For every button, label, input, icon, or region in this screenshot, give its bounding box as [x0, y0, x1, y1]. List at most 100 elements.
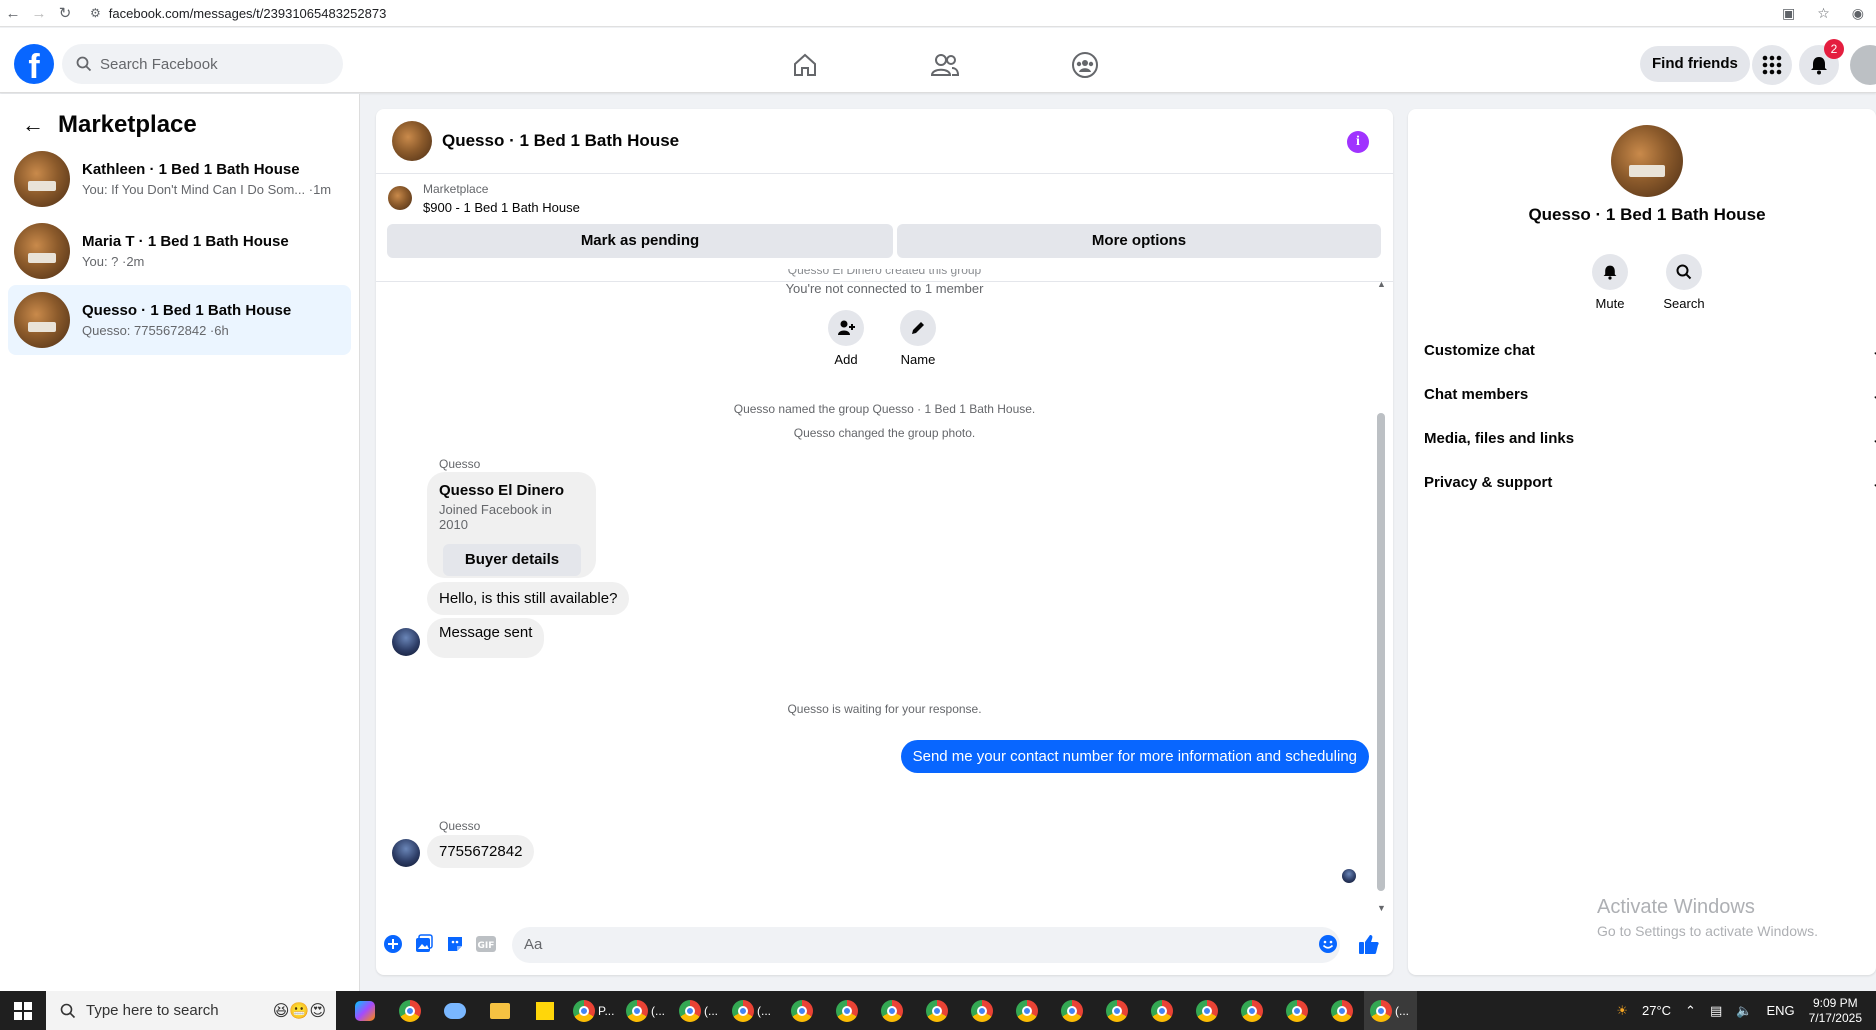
chrome-profile-icon[interactable]: [1184, 991, 1229, 1030]
search-placeholder: Search Facebook: [100, 55, 218, 73]
message-input[interactable]: Aa: [512, 927, 1340, 963]
browser-reload-icon[interactable]: ↻: [52, 4, 78, 22]
chrome-profile-icon[interactable]: [1049, 991, 1094, 1030]
name-group-button[interactable]: Name: [893, 310, 943, 367]
chrome-icon[interactable]: [387, 991, 432, 1030]
system-message-named: Quesso named the group Quesso · 1 Bed 1 …: [733, 402, 1036, 416]
back-arrow-icon[interactable]: ←: [22, 112, 44, 138]
section-privacy-support[interactable]: Privacy & support ⌄: [1424, 474, 1876, 492]
groups-icon[interactable]: [1070, 50, 1100, 80]
search-input[interactable]: Search Facebook: [62, 44, 343, 84]
app-icon[interactable]: [432, 991, 477, 1030]
participant-avatar[interactable]: [392, 839, 420, 867]
buyer-joined: Joined Facebook in 2010: [439, 502, 552, 532]
chrome-window-active-icon[interactable]: (...: [1364, 991, 1417, 1030]
facebook-logo-icon[interactable]: f: [14, 44, 54, 84]
menu-grid-icon[interactable]: [1752, 45, 1792, 85]
sticker-icon[interactable]: [445, 934, 465, 954]
mute-label: Mute: [1595, 296, 1625, 311]
conversation-item-quesso[interactable]: Quesso · 1 Bed 1 Bath House Quesso: 7755…: [8, 285, 351, 355]
windows-start-icon[interactable]: [0, 991, 46, 1030]
chrome-profile-icon[interactable]: [824, 991, 869, 1030]
language-indicator[interactable]: ENG: [1766, 1003, 1794, 1018]
volume-icon[interactable]: 🔈: [1736, 1003, 1752, 1019]
message-bubble-status[interactable]: Message sent: [427, 618, 545, 658]
message-list[interactable]: Quesso El Dinero created this group You'…: [376, 269, 1393, 913]
chat-avatar[interactable]: [392, 121, 432, 161]
watermark-subtitle: Go to Settings to activate Windows.: [1597, 923, 1818, 939]
profile-icon[interactable]: ◉: [1852, 5, 1864, 22]
info-icon[interactable]: i: [1347, 131, 1369, 153]
chrome-profile-icon[interactable]: [1139, 991, 1184, 1030]
chat-scrollbar[interactable]: ▲ ▼: [1377, 279, 1386, 913]
plus-circle-icon[interactable]: [383, 934, 403, 954]
chrome-profile-icon[interactable]: [1229, 991, 1274, 1030]
network-icon[interactable]: ▤: [1710, 1003, 1722, 1019]
weather-icon[interactable]: ☀: [1616, 1003, 1628, 1019]
site-settings-icon[interactable]: ⚙: [90, 6, 101, 20]
section-chat-members[interactable]: Chat members ⌄: [1424, 386, 1876, 404]
add-member-button[interactable]: Add: [821, 310, 871, 367]
chrome-profile-icon[interactable]: [1274, 991, 1319, 1030]
notification-badge: 2: [1824, 39, 1844, 59]
chat-avatar-large[interactable]: [1611, 125, 1683, 197]
chrome-window-icon[interactable]: (...: [673, 991, 726, 1030]
search-in-chat-button[interactable]: Search: [1656, 254, 1712, 311]
mark-as-pending-button[interactable]: Mark as pending: [387, 224, 893, 258]
clock[interactable]: 9:09 PM 7/17/2025: [1809, 996, 1862, 1026]
section-media-files-links[interactable]: Media, files and links ⌄: [1424, 430, 1876, 448]
chat-title[interactable]: Quesso · 1 Bed 1 Bath House: [442, 131, 679, 151]
install-app-icon[interactable]: ▣: [1782, 5, 1795, 22]
chrome-window-icon[interactable]: (...: [620, 991, 673, 1030]
participant-avatar[interactable]: [392, 628, 420, 656]
chat-window: Quesso · 1 Bed 1 Bath House i Marketplac…: [376, 109, 1393, 975]
search-icon: [1666, 254, 1702, 290]
chrome-profile-icon[interactable]: [1319, 991, 1364, 1030]
clock-date: 7/17/2025: [1808, 1010, 1862, 1025]
chrome-profile-icon[interactable]: [869, 991, 914, 1030]
message-bubble-outgoing[interactable]: Send me your contact number for more inf…: [900, 740, 1369, 773]
section-customize-chat[interactable]: Customize chat ⌄: [1424, 342, 1876, 360]
browser-forward-icon[interactable]: →: [26, 5, 52, 22]
chrome-profile-icon[interactable]: [1094, 991, 1139, 1030]
chrome-profile-icon[interactable]: [1004, 991, 1049, 1030]
friends-icon[interactable]: [930, 50, 960, 80]
section-label: Chat members: [1424, 386, 1529, 403]
temperature[interactable]: 27°C: [1642, 1003, 1671, 1018]
account-avatar[interactable]: [1850, 45, 1876, 85]
search-icon: [60, 1003, 76, 1018]
conversation-sidebar: ← Marketplace Kathleen · 1 Bed 1 Bath Ho…: [0, 94, 360, 991]
bookmark-star-icon[interactable]: ☆: [1817, 5, 1830, 22]
message-bubble-incoming[interactable]: 7755672842: [427, 835, 535, 868]
chrome-window-icon[interactable]: (...: [726, 991, 779, 1030]
buyer-details-button[interactable]: Buyer details: [443, 544, 581, 576]
conversation-item-kathleen[interactable]: Kathleen · 1 Bed 1 Bath House You: If Yo…: [8, 144, 351, 214]
message-bubble-incoming[interactable]: Hello, is this still available?: [427, 582, 630, 615]
copilot-icon[interactable]: [342, 991, 387, 1030]
mute-button[interactable]: Mute: [1585, 254, 1635, 311]
photo-icon[interactable]: [414, 934, 434, 954]
address-bar[interactable]: ⚙ facebook.com/messages/t/23931065483252…: [90, 6, 386, 21]
thumbs-up-icon[interactable]: [1357, 934, 1381, 954]
file-explorer-icon[interactable]: [477, 991, 522, 1030]
chrome-window-icon[interactable]: P...: [567, 991, 620, 1030]
chevron-up-icon[interactable]: ⌃: [1685, 1003, 1696, 1019]
find-friends-button[interactable]: Find friends: [1640, 46, 1750, 82]
emoji-icon[interactable]: [1318, 934, 1338, 954]
browser-back-icon[interactable]: ←: [0, 5, 26, 22]
chrome-profile-icon[interactable]: [914, 991, 959, 1030]
listing-title[interactable]: $900 - 1 Bed 1 Bath House: [423, 200, 580, 215]
chrome-profile-icon[interactable]: [959, 991, 1004, 1030]
scroll-up-arrow-icon[interactable]: ▲: [1377, 279, 1386, 289]
gif-icon[interactable]: GIF: [476, 934, 496, 954]
home-icon[interactable]: [790, 50, 820, 80]
not-connected-notice: You're not connected to 1 member: [785, 281, 984, 296]
clock-time: 9:09 PM: [1812, 995, 1858, 1010]
scroll-down-arrow-icon[interactable]: ▼: [1377, 903, 1386, 913]
chrome-profile-icon[interactable]: [779, 991, 824, 1030]
more-options-button[interactable]: More options: [897, 224, 1381, 258]
taskbar-search-input[interactable]: Type here to search 😆😬😍: [46, 991, 336, 1030]
sticky-notes-icon[interactable]: [522, 991, 567, 1030]
conversation-item-maria[interactable]: Maria T · 1 Bed 1 Bath House You: ? ·2m: [8, 216, 351, 286]
scrollbar-thumb[interactable]: [1377, 413, 1385, 891]
